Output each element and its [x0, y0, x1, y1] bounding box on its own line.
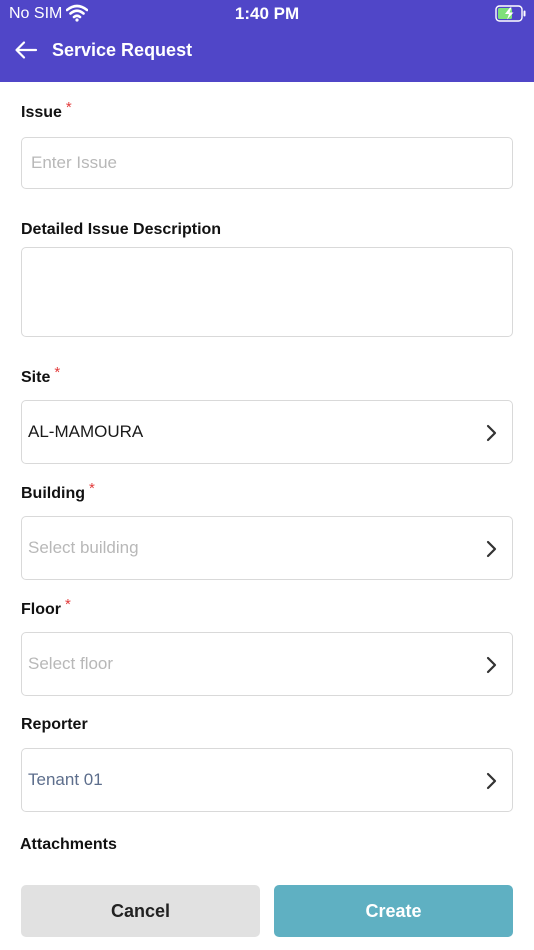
- battery-charging-icon: [495, 5, 526, 22]
- floor-placeholder: Select floor: [28, 654, 114, 673]
- floor-label: Floor *: [21, 596, 71, 619]
- chevron-right-icon: [486, 540, 497, 558]
- chevron-right-icon: [486, 424, 497, 442]
- reporter-label: Reporter: [21, 716, 88, 733]
- floor-select[interactable]: Select floor: [21, 632, 513, 696]
- cancel-button[interactable]: Cancel: [21, 885, 260, 937]
- app-header: No SIM 1:40 PM Service Request: [0, 0, 534, 82]
- status-bar: No SIM 1:40 PM: [0, 0, 534, 28]
- site-label-text: Site: [21, 369, 51, 386]
- issue-label-text: Issue: [21, 104, 62, 121]
- building-select[interactable]: Select building: [21, 516, 513, 580]
- site-value: AL-MAMOURA: [28, 422, 144, 441]
- status-time: 1:40 PM: [234, 4, 300, 23]
- reporter-value: Tenant 01: [28, 770, 103, 789]
- description-field[interactable]: [21, 247, 513, 337]
- back-arrow-icon[interactable]: [12, 38, 40, 62]
- create-button[interactable]: Create: [274, 885, 513, 937]
- required-mark: *: [65, 596, 71, 613]
- required-mark: *: [88, 480, 95, 497]
- building-label: Building *: [21, 480, 95, 503]
- chevron-right-icon: [486, 656, 497, 674]
- building-placeholder: Select building: [28, 538, 139, 557]
- chevron-right-icon: [486, 772, 497, 790]
- floor-label-text: Floor: [21, 601, 61, 618]
- issue-label: Issue *: [21, 99, 72, 122]
- attachments-label: Attachments: [20, 836, 117, 853]
- issue-input[interactable]: [22, 138, 512, 188]
- site-label: Site *: [21, 364, 60, 387]
- page-title: Service Request: [52, 40, 193, 60]
- description-textarea[interactable]: [22, 248, 512, 336]
- issue-field[interactable]: [21, 137, 513, 189]
- required-mark: *: [54, 364, 61, 381]
- description-label: Detailed Issue Description: [21, 221, 222, 238]
- building-label-text: Building: [21, 485, 85, 502]
- required-mark: *: [65, 99, 72, 116]
- reporter-select[interactable]: Tenant 01: [21, 748, 513, 812]
- site-select[interactable]: AL-MAMOURA: [21, 400, 513, 464]
